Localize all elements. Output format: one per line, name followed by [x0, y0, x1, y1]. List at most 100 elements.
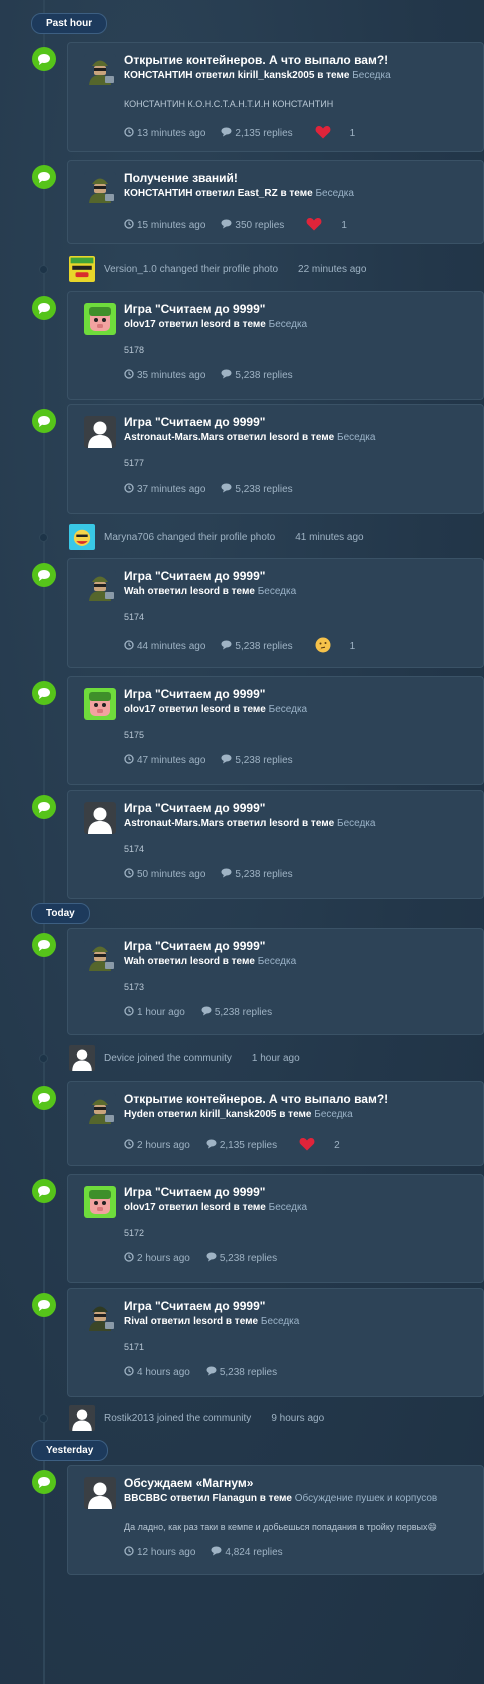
author-link[interactable]: КОНСТАНТИН: [124, 70, 193, 81]
user-avatar[interactable]: [69, 524, 95, 550]
topic-title-link[interactable]: Игра "Считаем до 9999": [124, 1299, 265, 1313]
post-time[interactable]: 35 minutes ago: [124, 369, 205, 382]
activity-user[interactable]: Rostik2013: [104, 1413, 154, 1424]
author-link[interactable]: BBCBBC: [124, 1493, 167, 1504]
reaction-summary[interactable]: 1: [309, 637, 355, 656]
target-user-link[interactable]: Flanagun: [213, 1493, 257, 1504]
forum-link[interactable]: Беседка: [258, 586, 296, 597]
forum-link[interactable]: Беседка: [314, 1109, 352, 1120]
user-avatar[interactable]: [69, 1045, 95, 1071]
author-link[interactable]: Astronaut-Mars.Mars: [124, 432, 224, 443]
target-user-link[interactable]: kirill_kansk2005: [200, 1109, 277, 1120]
replied-label: ответил: [226, 818, 267, 829]
author-link[interactable]: olov17: [124, 1202, 156, 1213]
activity-card: Игра "Считаем до 9999" olov17 ответил les…: [67, 1174, 484, 1283]
in-topic-label: в теме: [259, 1493, 292, 1504]
topic-title-link[interactable]: Открытие контейнеров. А что выпало вам?!: [124, 1092, 388, 1106]
target-user-link[interactable]: lesord: [190, 956, 220, 967]
post-snippet: 5178: [124, 345, 145, 355]
reaction-summary[interactable]: 2: [293, 1137, 340, 1154]
author-avatar[interactable]: [84, 940, 116, 972]
topic-title-link[interactable]: Игра "Считаем до 9999": [124, 1185, 265, 1199]
post-time[interactable]: 37 minutes ago: [124, 483, 205, 496]
post-snippet: Да ладно, как раз таки в кемпе и добьешь…: [124, 1522, 437, 1532]
topic-title-link[interactable]: Игра "Считаем до 9999": [124, 302, 265, 316]
forum-link[interactable]: Беседка: [261, 1316, 299, 1327]
target-user-link[interactable]: lesord: [193, 1316, 223, 1327]
post-time[interactable]: 4 hours ago: [124, 1366, 190, 1379]
author-avatar[interactable]: [84, 416, 116, 448]
comment-event-icon: [32, 933, 56, 957]
author-avatar[interactable]: [84, 1477, 116, 1509]
reaction-summary[interactable]: 1: [309, 125, 355, 142]
author-link[interactable]: olov17: [124, 704, 156, 715]
topic-title-link[interactable]: Открытие контейнеров. А что выпало вам?!: [124, 53, 388, 67]
user-avatar[interactable]: [69, 1405, 95, 1431]
author-link[interactable]: КОНСТАНТИН: [124, 188, 193, 199]
activity-card: Игра "Считаем до 9999" olov17 ответил les…: [67, 291, 484, 400]
author-avatar[interactable]: [84, 1093, 116, 1125]
clock-icon: [124, 868, 137, 881]
post-time[interactable]: 15 minutes ago: [124, 219, 205, 232]
forum-link[interactable]: Беседка: [258, 956, 296, 967]
forum-link[interactable]: Беседка: [337, 432, 375, 443]
topic-title-link[interactable]: Игра "Считаем до 9999": [124, 687, 265, 701]
forum-link[interactable]: Беседка: [269, 704, 307, 715]
target-user-link[interactable]: lesord: [201, 1202, 231, 1213]
reply-summary: BBCBBC ответил Flanagun в теме Обсуждени…: [124, 1493, 437, 1504]
forum-link[interactable]: Беседка: [269, 319, 307, 330]
author-avatar[interactable]: [84, 1300, 116, 1332]
activity-user[interactable]: Version_1.0: [104, 264, 157, 275]
post-time[interactable]: 1 hour ago: [124, 1006, 185, 1019]
post-time[interactable]: 12 hours ago: [124, 1546, 195, 1559]
activity-time: 9 hours ago: [271, 1413, 325, 1424]
topic-title-link[interactable]: Игра "Считаем до 9999": [124, 939, 265, 953]
author-link[interactable]: Hyden: [124, 1109, 155, 1120]
target-user-link[interactable]: lesord: [190, 586, 220, 597]
target-user-link[interactable]: kirill_kansk2005: [238, 70, 315, 81]
post-time[interactable]: 47 minutes ago: [124, 754, 205, 767]
topic-title-link[interactable]: Получение званий!: [124, 171, 238, 185]
post-time[interactable]: 2 hours ago: [124, 1139, 190, 1152]
target-user-link[interactable]: East_RZ: [238, 188, 278, 199]
target-user-link[interactable]: lesord: [201, 704, 231, 715]
forum-link[interactable]: Беседка: [337, 818, 375, 829]
topic-title-link[interactable]: Обсуждаем «Магнум»: [124, 1476, 253, 1490]
activity-user[interactable]: Device: [104, 1053, 135, 1064]
activity-card: Обсуждаем «Магнум» BBCBBC ответил Flanagu…: [67, 1465, 484, 1575]
reaction-count: 1: [341, 220, 347, 231]
topic-title-link[interactable]: Игра "Считаем до 9999": [124, 801, 265, 815]
post-meta: 37 minutes ago 5,238 replies: [124, 483, 309, 496]
forum-link[interactable]: Беседка: [269, 1202, 307, 1213]
author-avatar[interactable]: [84, 303, 116, 335]
topic-title-link[interactable]: Игра "Считаем до 9999": [124, 415, 265, 429]
forum-link[interactable]: Беседка: [352, 70, 390, 81]
topic-title-link[interactable]: Игра "Считаем до 9999": [124, 569, 265, 583]
author-avatar[interactable]: [84, 172, 116, 204]
author-link[interactable]: Wah: [124, 586, 145, 597]
author-link[interactable]: Rival: [124, 1316, 148, 1327]
target-user-link[interactable]: lesord: [269, 818, 299, 829]
forum-link[interactable]: Беседка: [315, 188, 353, 199]
author-avatar[interactable]: [84, 54, 116, 86]
author-link[interactable]: Wah: [124, 956, 145, 967]
target-user-link[interactable]: lesord: [269, 432, 299, 443]
forum-link[interactable]: Обсуждение пушек и корпусов: [295, 1493, 437, 1504]
author-link[interactable]: olov17: [124, 319, 156, 330]
activity-user[interactable]: Maryna706: [104, 532, 154, 543]
user-avatar[interactable]: [69, 256, 95, 282]
reply-summary: Wah ответил lesord в теме Беседка: [124, 956, 296, 967]
post-time[interactable]: 2 hours ago: [124, 1252, 190, 1265]
post-time[interactable]: 50 minutes ago: [124, 868, 205, 881]
author-avatar[interactable]: [84, 688, 116, 720]
author-avatar[interactable]: [84, 1186, 116, 1218]
post-time[interactable]: 44 minutes ago: [124, 640, 205, 653]
author-avatar[interactable]: [84, 802, 116, 834]
reaction-summary[interactable]: 1: [300, 217, 347, 234]
post-time[interactable]: 13 minutes ago: [124, 127, 205, 140]
reply-summary: Astronaut-Mars.Mars ответил lesord в тем…: [124, 432, 375, 443]
comments-icon: [206, 1139, 220, 1152]
target-user-link[interactable]: lesord: [201, 319, 231, 330]
author-link[interactable]: Astronaut-Mars.Mars: [124, 818, 224, 829]
author-avatar[interactable]: [84, 570, 116, 602]
